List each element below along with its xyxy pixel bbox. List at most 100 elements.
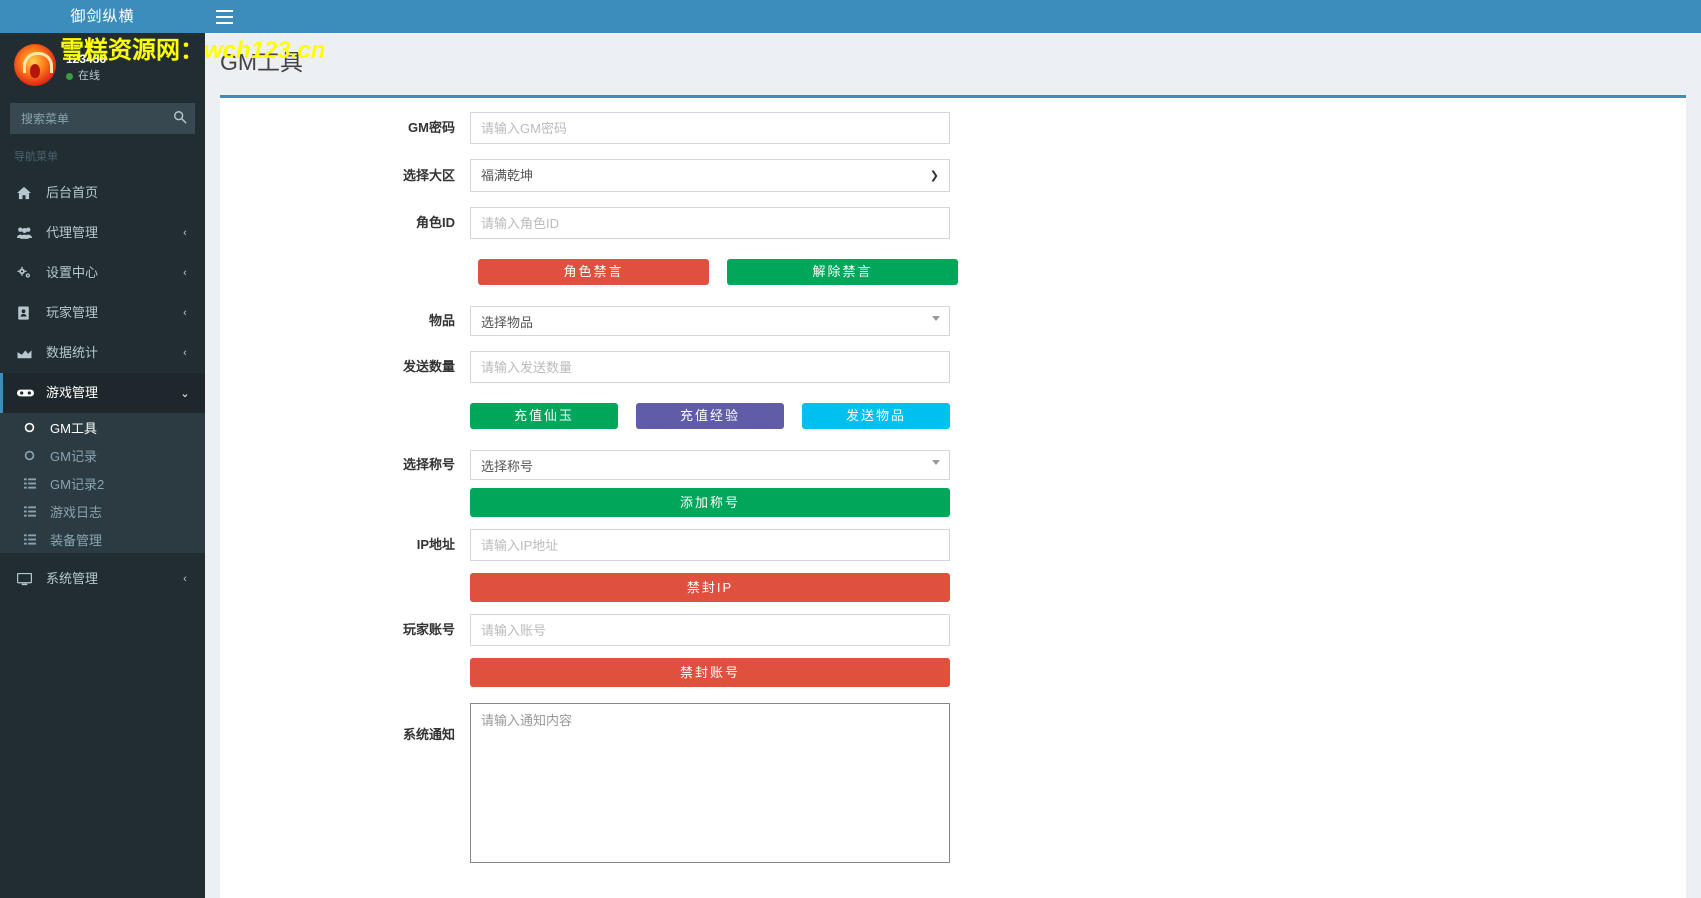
- form-group-ip-address: IP地址: [220, 529, 1686, 561]
- submenu-item-game-log[interactable]: 游戏日志: [0, 497, 205, 525]
- control-add-title: 添加称号: [470, 488, 950, 517]
- page-title: GM工具: [220, 49, 304, 75]
- recharge-exp-button[interactable]: 充值经验: [636, 403, 784, 429]
- user-panel: 123456 在线: [0, 33, 205, 100]
- sidebar-item-system-management[interactable]: 系统管理 ‹: [0, 559, 205, 599]
- region-select[interactable]: 福满乾坤: [470, 159, 950, 192]
- control-player-account: [470, 614, 950, 646]
- control-send-count: [470, 351, 950, 383]
- nav-section-label: 导航菜单: [14, 151, 58, 163]
- sidebar-item-data-statistics[interactable]: 数据统计 ‹: [0, 333, 205, 373]
- submenu-item-gm-tool[interactable]: GM工具: [0, 413, 205, 441]
- system-notice-textarea[interactable]: [470, 703, 950, 863]
- mute-role-button[interactable]: 角色禁言: [478, 259, 709, 285]
- unmute-role-button[interactable]: 解除禁言: [727, 259, 958, 285]
- chevron-icon: ‹: [183, 573, 187, 585]
- sidebar-item-game-management[interactable]: 游戏管理 ⌄: [0, 373, 205, 413]
- desktop-icon: [17, 572, 37, 586]
- users-icon: [17, 226, 37, 240]
- circle-o-icon: [24, 422, 42, 433]
- gm-password-input[interactable]: [470, 112, 950, 144]
- sidebar-item-agent-management[interactable]: 代理管理 ‹: [0, 213, 205, 253]
- avatar[interactable]: [14, 44, 56, 86]
- label-system-notice: 系统通知: [402, 727, 455, 742]
- gm-tool-box: GM密码 选择大区 福满乾坤 ❯: [220, 95, 1686, 898]
- sidebar-item-label: 系统管理: [46, 571, 99, 586]
- ip-address-input[interactable]: [470, 529, 950, 561]
- role-id-input[interactable]: [470, 207, 950, 239]
- control-ip-address: [470, 529, 950, 561]
- recharge-jade-button[interactable]: 充值仙玉: [470, 403, 618, 429]
- control-gm-password: [470, 112, 950, 144]
- content-body: GM密码 选择大区 福满乾坤 ❯: [205, 95, 1701, 898]
- control-title-select: 选择称号: [470, 450, 950, 480]
- address-book-icon: [17, 306, 37, 320]
- add-title-button[interactable]: 添加称号: [470, 488, 950, 517]
- form-group-ban-ip: 禁封IP: [220, 573, 1686, 602]
- ban-account-button[interactable]: 禁封账号: [470, 658, 950, 687]
- chevron-icon: ‹: [183, 347, 187, 359]
- sidebar-item-label: 数据统计: [46, 345, 99, 360]
- sidebar-item-settings-center[interactable]: 设置中心 ‹: [0, 253, 205, 293]
- region-select-wrap: 福满乾坤 ❯: [470, 159, 950, 192]
- cogs-icon: [17, 266, 37, 280]
- hamburger-icon[interactable]: [216, 9, 233, 24]
- form-group-ban-account: 禁封账号: [220, 658, 1686, 687]
- control-region: 福满乾坤 ❯: [470, 159, 950, 192]
- submenu-item-equipment-management[interactable]: 装备管理: [0, 525, 205, 553]
- user-name: 123456: [66, 52, 107, 66]
- sidebar-item-label: 设置中心: [46, 265, 99, 280]
- top-navbar: [205, 0, 1701, 33]
- sidebar-item-label: 后台首页: [46, 185, 99, 200]
- game-management-submenu: GM工具 GM记录 GM记录2 游戏日志 装备管理: [0, 413, 205, 553]
- submenu-item-gm-record-2[interactable]: GM记录2: [0, 469, 205, 497]
- brand-title[interactable]: 御剑纵横: [0, 0, 205, 33]
- form-group-mute-actions: 角色禁言 解除禁言: [220, 259, 1686, 285]
- label-region: 选择大区: [402, 167, 455, 183]
- chevron-down-icon: [932, 460, 940, 465]
- player-account-input[interactable]: [470, 614, 950, 646]
- label-player-account: 玩家账号: [402, 622, 455, 637]
- app-root: 御剑纵横 123456 在线 导航菜单: [0, 0, 1701, 898]
- submenu-item-gm-record[interactable]: GM记录: [0, 441, 205, 469]
- send-count-input[interactable]: [470, 351, 950, 383]
- sidebar-item-label: 代理管理: [46, 225, 99, 240]
- online-dot-icon: [66, 73, 73, 80]
- circle-o-icon: [24, 450, 42, 461]
- form-group-system-notice: 系统通知: [220, 703, 1686, 868]
- form-group-item: 物品 选择物品: [220, 306, 1686, 336]
- form-group-player-account: 玩家账号: [220, 614, 1686, 646]
- user-info: 123456 在线: [56, 44, 106, 83]
- ban-ip-button[interactable]: 禁封IP: [470, 573, 950, 602]
- form-group-send-count: 发送数量: [220, 351, 1686, 383]
- chevron-icon: ‹: [183, 267, 187, 279]
- main-area: GM工具 GM密码 选择大区 福满乾坤: [205, 0, 1701, 898]
- label-item: 物品: [428, 313, 455, 328]
- chevron-down-icon: ⌄: [180, 387, 190, 400]
- label-gm-password: GM密码: [408, 120, 455, 135]
- label-ip-address: IP地址: [416, 537, 455, 552]
- sidebar-item-dashboard[interactable]: 后台首页: [0, 173, 205, 213]
- form-group-send-actions: 充值仙玉 充值经验 发送物品: [220, 403, 1686, 429]
- list-icon: [24, 477, 42, 489]
- send-item-button[interactable]: 发送物品: [802, 403, 950, 429]
- chevron-icon: ‹: [183, 307, 187, 319]
- control-role-id: [470, 207, 950, 239]
- sidebar-item-label: 游戏管理: [46, 385, 99, 400]
- submenu-item-label: 游戏日志: [50, 504, 103, 520]
- submenu-item-label: 装备管理: [50, 532, 103, 548]
- submenu-container: GM工具 GM记录 GM记录2 游戏日志 装备管理: [0, 413, 205, 553]
- search-icon[interactable]: [173, 110, 187, 124]
- home-icon: [17, 186, 37, 200]
- control-ban-ip: 禁封IP: [470, 573, 950, 602]
- sidebar-item-player-management[interactable]: 玩家管理 ‹: [0, 293, 205, 333]
- sidebar-item-label: 玩家管理: [46, 305, 99, 320]
- search-input[interactable]: [10, 103, 195, 134]
- search-container: [10, 103, 195, 134]
- submenu-item-label: GM记录2: [50, 476, 105, 492]
- item-select[interactable]: 选择物品: [470, 306, 950, 336]
- title-select[interactable]: 选择称号: [470, 450, 950, 480]
